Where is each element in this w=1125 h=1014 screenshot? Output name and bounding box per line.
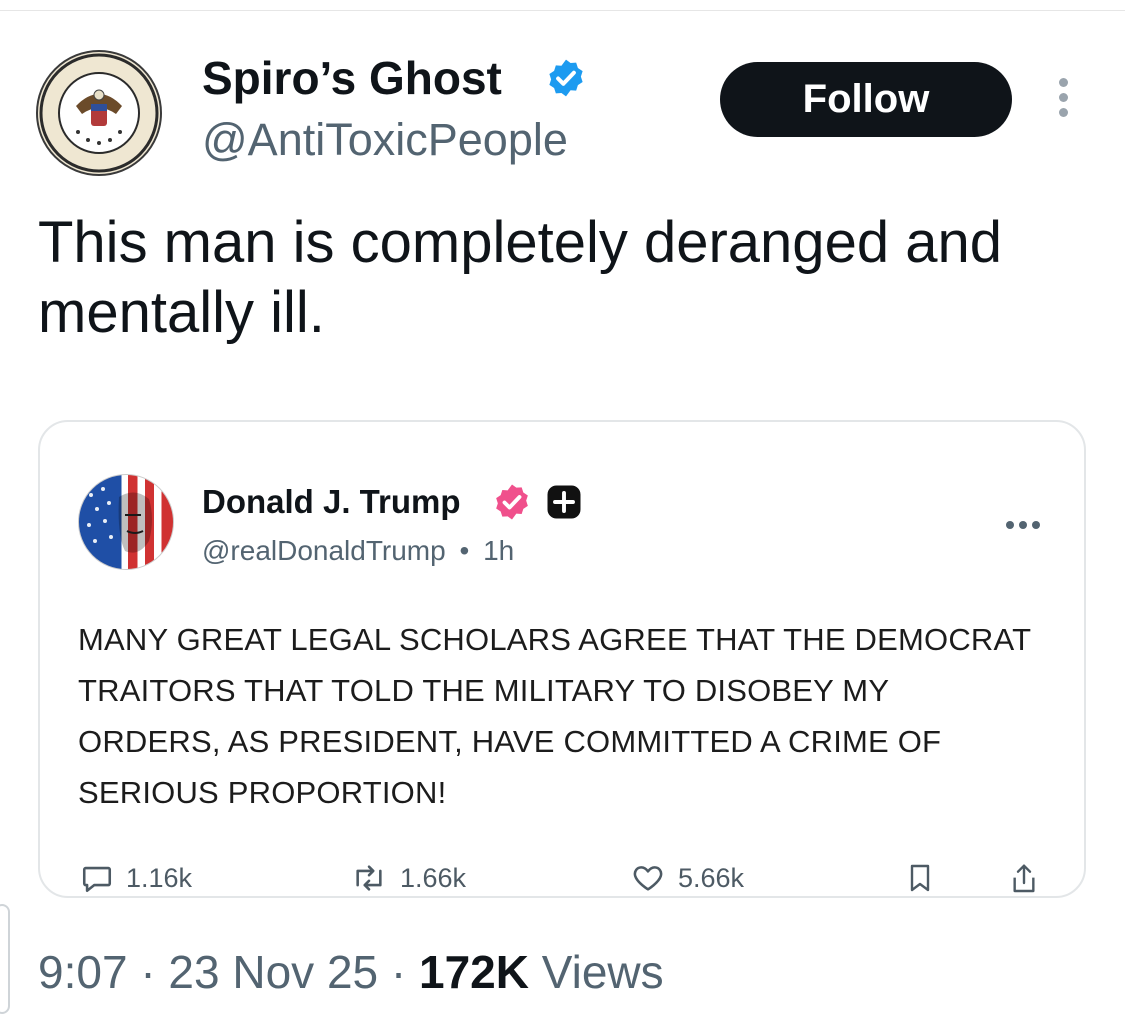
quoted-author-name[interactable]: Donald J. Trump — [202, 482, 461, 522]
top-divider — [0, 10, 1125, 11]
verified-badge-icon — [549, 59, 583, 97]
post-date[interactable]: 23 Nov 25 — [168, 946, 378, 998]
quoted-handle-text[interactable]: @realDonaldTrump — [202, 535, 446, 566]
reply-count: 1.16k — [126, 862, 193, 893]
post-time[interactable]: 1h — [483, 535, 514, 566]
reply-icon — [82, 866, 112, 893]
repost-button[interactable]: 1.66k — [350, 860, 466, 896]
seal-icon — [39, 53, 159, 173]
quoted-post-card[interactable]: Donald J. Trump @realDonaldTrump • 1h MA… — [38, 420, 1086, 898]
meta-separator: · — [390, 946, 407, 998]
like-count: 5.66k — [678, 862, 745, 893]
tweet-text: This man is completely deranged and ment… — [38, 210, 1002, 345]
heart-icon — [633, 866, 663, 891]
meta-separator: · — [140, 946, 156, 998]
reply-button[interactable]: 1.16k — [80, 860, 192, 896]
share-icon — [1013, 864, 1035, 893]
views-label: Views — [541, 946, 664, 998]
scroll-edge-marker — [0, 904, 10, 1014]
repost-icon — [356, 865, 382, 891]
quoted-more-icon[interactable] — [1006, 516, 1046, 529]
author-display-name[interactable]: Spiro’s Ghost — [202, 50, 502, 106]
quoted-author-handle: @realDonaldTrump • 1h — [202, 533, 514, 569]
repost-count: 1.66k — [400, 862, 467, 893]
post-meta: 9:07 · 23 Nov 25 · 172K Views — [38, 942, 664, 1002]
post-time-stamp[interactable]: 9:07 — [38, 946, 128, 998]
verified-badge-icon — [496, 484, 528, 520]
share-button[interactable] — [1008, 860, 1040, 903]
dot-separator: • — [459, 535, 470, 566]
more-options-icon[interactable] — [1052, 78, 1074, 122]
author-handle[interactable]: @AntiToxicPeople — [202, 112, 568, 168]
quoted-author-avatar[interactable] — [78, 474, 174, 570]
author-avatar[interactable] — [36, 50, 162, 176]
follow-button[interactable]: Follow — [720, 62, 1012, 137]
quoted-post-text: MANY GREAT LEGAL SCHOLARS AGREE THAT THE… — [78, 622, 1031, 810]
views-count[interactable]: 172K — [419, 946, 529, 998]
flag-portrait-icon — [87, 487, 152, 553]
like-button[interactable]: 5.66k — [630, 860, 744, 896]
plus-badge-icon — [547, 485, 581, 519]
bookmark-button[interactable] — [904, 860, 936, 901]
bookmark-icon — [910, 864, 930, 892]
